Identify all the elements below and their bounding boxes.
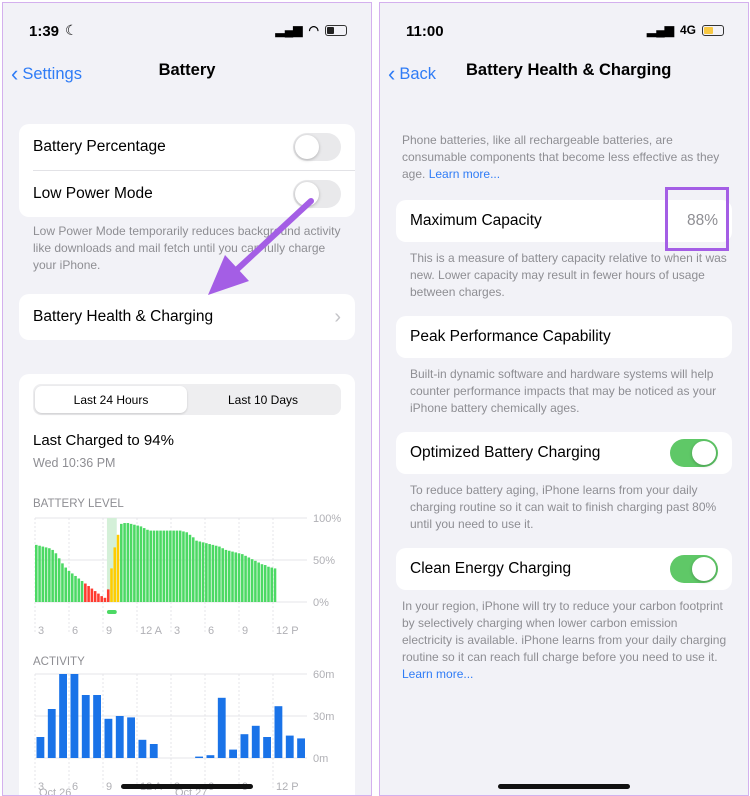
clean-energy-note: In your region, iPhone will try to reduc… [402,598,728,683]
battery-icon [702,24,724,36]
status-icons: ▂▄▆ 4G [647,23,724,37]
optimized-charging-note: To reduce battery aging, iPhone learns f… [410,483,717,531]
status-time: 11:00 [406,23,444,40]
label: Clean Energy Charging [410,560,572,577]
battery-health-screen: 11:00 ▂▄▆ 4G ‹ Back Battery Health & Char… [379,2,749,796]
label: Maximum Capacity [410,212,542,229]
network-label: 4G [679,23,696,37]
annotation-arrow [208,198,314,295]
peak-performance-note: Built-in dynamic software and hardware s… [410,367,717,415]
label: Optimized Battery Charging [410,444,601,461]
clean-energy-toggle[interactable] [670,555,718,583]
page-title: Battery Health & Charging [466,61,672,79]
clean-energy-body: In your region, iPhone will try to reduc… [402,599,727,664]
learn-more-link[interactable]: Learn more... [429,167,500,181]
back-label: Back [399,64,437,83]
highlight-box [665,187,729,251]
peak-performance-row[interactable]: Peak Performance Capability [396,316,732,358]
optimized-charging-toggle[interactable] [670,439,718,467]
clean-energy-row: Clean Energy Charging [396,548,732,590]
intro-text: Phone batteries, like all rechargeable b… [402,132,728,183]
learn-more-link[interactable]: Learn more... [402,667,473,681]
home-indicator[interactable] [498,784,630,789]
chevron-left-icon: ‹ [388,61,396,86]
home-indicator[interactable] [121,784,253,789]
battery-settings-screen: 1:39 ☾ ▂▄▆ ◠ ‹ Settings Battery Battery P… [2,2,372,796]
optimized-charging-row: Optimized Battery Charging [396,432,732,474]
max-capacity-note: This is a measure of battery capacity re… [410,251,727,299]
signal-icon: ▂▄▆ [647,23,674,37]
back-button[interactable]: ‹ Back [388,61,436,87]
label: Peak Performance Capability [410,328,611,345]
